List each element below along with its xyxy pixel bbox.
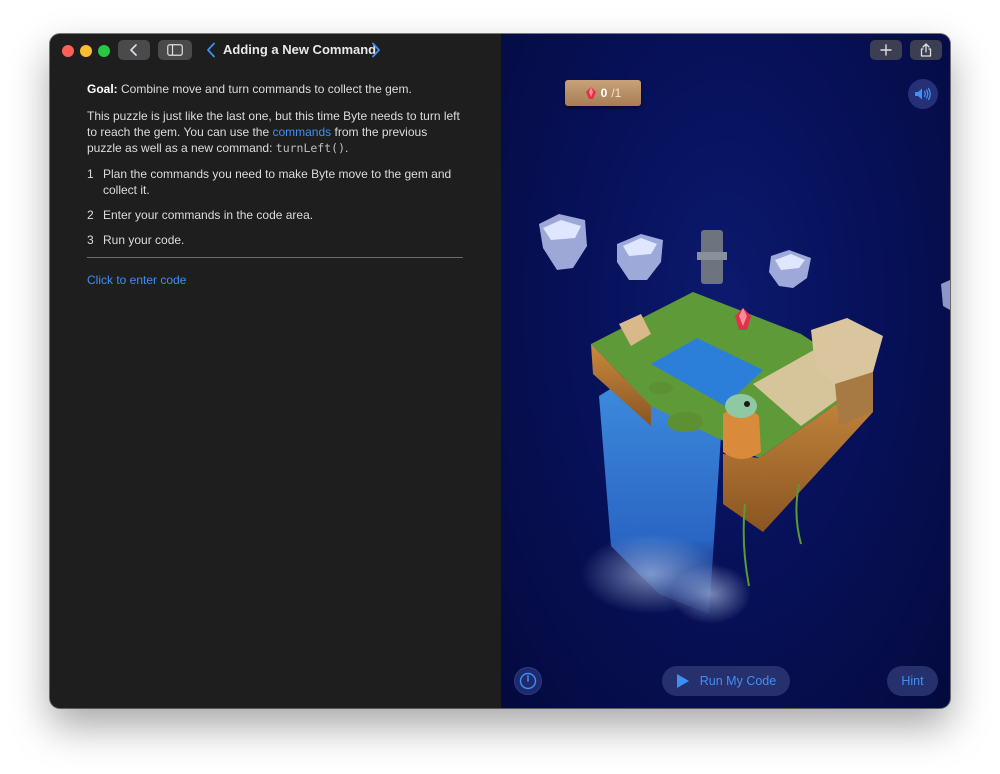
step-text: Plan the commands you need to make Byte …: [103, 167, 452, 197]
minimize-window-button[interactable]: [80, 45, 92, 57]
previous-page-icon[interactable]: [206, 42, 216, 58]
intro-text-end: .: [345, 141, 349, 155]
lily-pad: [667, 412, 703, 432]
steps-list: 1 Plan the commands you need to make Byte…: [87, 166, 463, 248]
step-item: 3 Run your code.: [87, 232, 463, 248]
gem-total: /1: [611, 86, 622, 100]
goal-label: Goal:: [87, 82, 118, 96]
puzzle-world-scene[interactable]: [501, 34, 950, 708]
goal-description: Combine move and turn commands to collec…: [117, 82, 412, 96]
goal-text: Goal: Combine move and turn commands to …: [87, 81, 463, 97]
run-my-code-button[interactable]: Run My Code: [662, 666, 790, 696]
page-title: Adding a New Command: [223, 42, 377, 57]
floating-island: [539, 214, 587, 270]
step-number: 2: [87, 208, 94, 222]
turn-left-code: turnLeft(): [275, 141, 346, 155]
floating-island: [617, 234, 663, 280]
gem-count: 0: [600, 86, 608, 100]
close-window-button[interactable]: [62, 45, 74, 57]
speaker-icon: [915, 87, 931, 101]
step-number: 1: [87, 167, 94, 181]
step-item: 1 Plan the commands you need to make Byte…: [87, 166, 463, 198]
divider: [87, 257, 463, 258]
app-window: Adding a New Command Goal: Combine move …: [50, 34, 950, 708]
step-item: 2 Enter your commands in the code area.: [87, 207, 463, 223]
stone-tower-cap: [697, 252, 727, 260]
next-page-icon[interactable]: [371, 42, 381, 58]
add-button[interactable]: [870, 40, 902, 60]
step-text: Enter your commands in the code area.: [103, 208, 314, 222]
speed-button[interactable]: [514, 667, 542, 695]
gem-counter: 0/1: [565, 80, 641, 106]
enter-code-link[interactable]: Click to enter code: [87, 273, 186, 287]
toggle-sidebar-button[interactable]: [158, 40, 192, 60]
hint-button[interactable]: Hint: [887, 666, 938, 696]
live-view-pane: 0/1 Run My Code Hint: [501, 34, 950, 708]
speedometer-icon: [519, 672, 537, 690]
byte-character: [723, 394, 761, 459]
hint-label: Hint: [901, 674, 924, 688]
run-my-code-label: Run My Code: [699, 674, 777, 688]
instructions-pane: Adding a New Command Goal: Combine move …: [50, 34, 501, 708]
floating-island: [941, 280, 950, 310]
lily-pad: [649, 382, 673, 394]
sidebar-icon: [167, 44, 183, 56]
share-button[interactable]: [910, 40, 942, 60]
floating-island: [769, 250, 811, 288]
chevron-left-icon: [130, 44, 137, 56]
back-button[interactable]: [118, 40, 150, 60]
gem-icon: [585, 87, 596, 99]
share-icon: [920, 43, 932, 57]
sound-button[interactable]: [908, 79, 938, 109]
titlebar: Adding a New Command: [50, 34, 501, 66]
instructions-content: Goal: Combine move and turn commands to …: [87, 81, 463, 288]
step-number: 3: [87, 233, 94, 247]
plus-icon: [880, 44, 892, 56]
play-icon: [676, 674, 689, 688]
step-text: Run your code.: [103, 233, 185, 247]
waterfall-mist: [671, 564, 751, 624]
commands-link[interactable]: commands: [272, 125, 331, 139]
intro-paragraph: This puzzle is just like the last one, b…: [87, 108, 463, 156]
zoom-window-button[interactable]: [98, 45, 110, 57]
